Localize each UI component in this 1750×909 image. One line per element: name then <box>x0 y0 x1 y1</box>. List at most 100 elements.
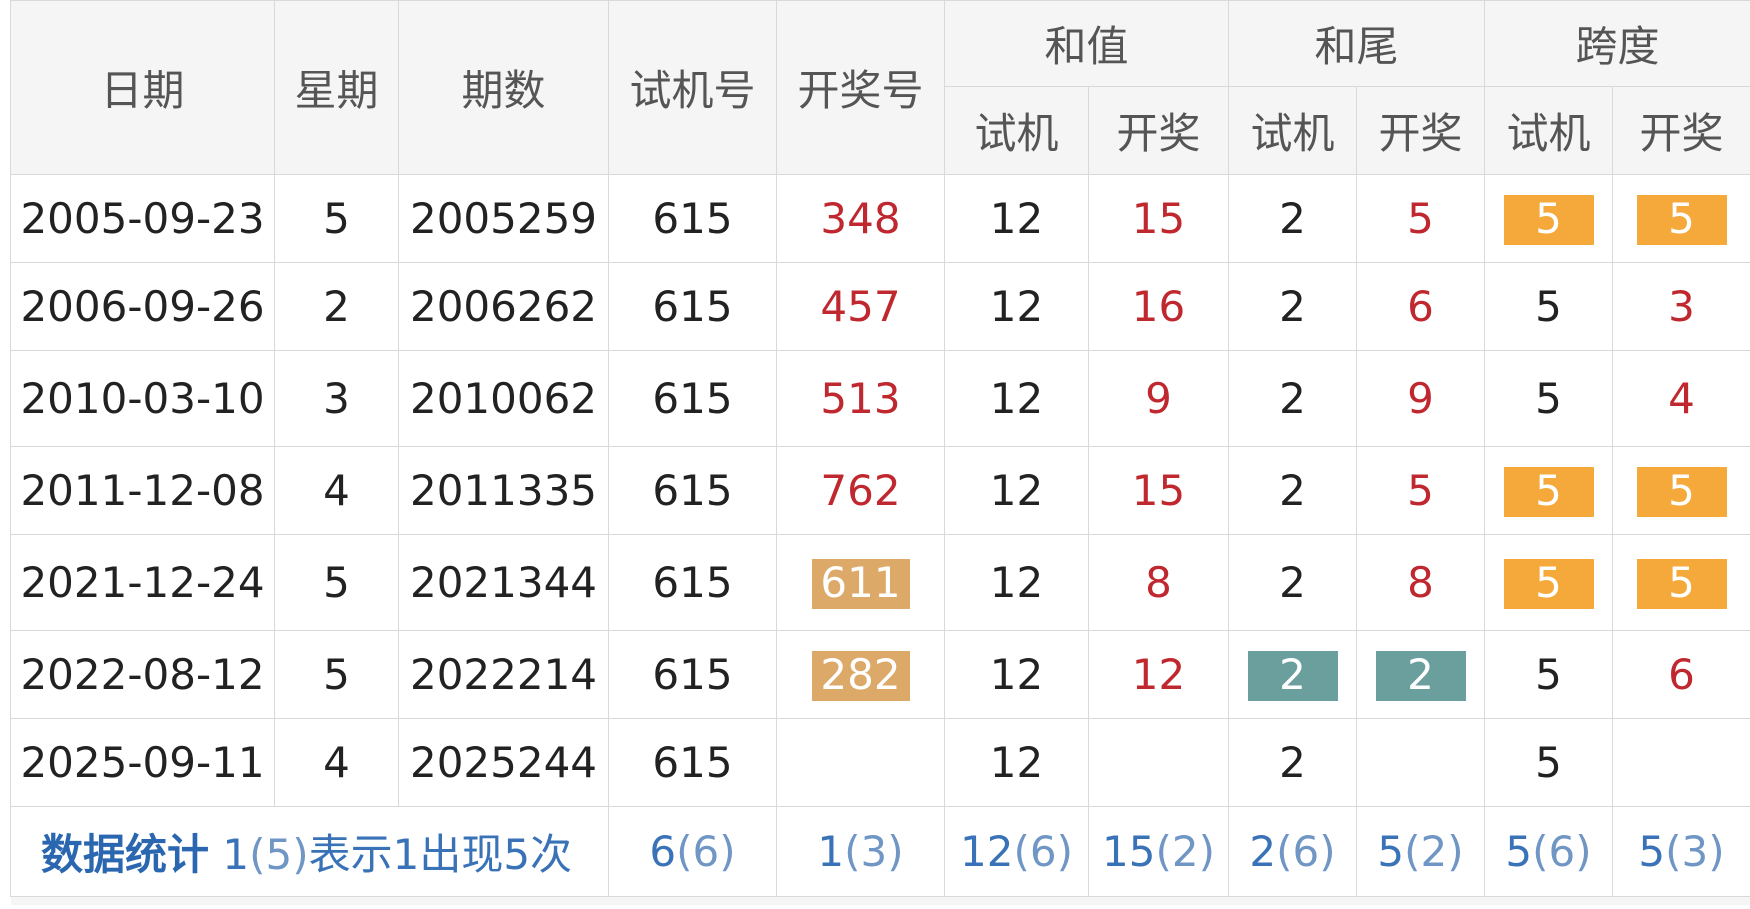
stats-tail-draw: 5(2) <box>1356 806 1486 897</box>
cell-tail-trial: 2 <box>1228 174 1358 263</box>
cell-span-draw: 3 <box>1612 262 1750 351</box>
cell-sum-trial: 12 <box>944 718 1089 807</box>
table-row: 2010-03-10 3 2010062 615 513 12 9 2 9 5 … <box>10 350 1750 447</box>
cell-issue: 2011335 <box>398 446 609 535</box>
highlight-badge: 2 <box>1375 650 1466 701</box>
cell-tail-trial: 2 <box>1228 350 1358 447</box>
stats-value: 6 <box>649 827 677 876</box>
highlight-badge: 5 <box>1503 558 1594 609</box>
cell-sum-draw: 15 <box>1087 174 1230 263</box>
stats-row: 数据统计 1(5)表示1出现5次 6(6) 1(3) 12(6) 15(2) 2… <box>10 806 1750 897</box>
table-row: 2025-09-11 4 2025244 615 12 2 5 <box>10 718 1750 807</box>
cell-issue: 2021344 <box>398 534 609 631</box>
header-span: 跨度 <box>1484 0 1750 87</box>
stats-note-paren: (5) <box>249 830 309 879</box>
cell-draw: 348 <box>776 174 945 263</box>
cell-span-trial: 5 <box>1484 534 1614 631</box>
cell-tail-trial: 2 <box>1228 718 1358 807</box>
cell-span-trial: 5 <box>1484 630 1614 719</box>
bottom-strip-cell <box>10 896 1750 905</box>
cell-draw: 513 <box>776 350 945 447</box>
table-row: 2021-12-24 5 2021344 615 611 12 8 2 8 5 … <box>10 534 1750 631</box>
cell-issue: 2022214 <box>398 630 609 719</box>
highlight-badge: 5 <box>1503 194 1594 245</box>
stats-count: (6) <box>1276 827 1336 876</box>
stats-count: (6) <box>1013 827 1073 876</box>
stats-note-suffix: 表示1出现5次 <box>308 830 573 879</box>
table-row: 2006-09-26 2 2006262 615 457 12 16 2 6 5… <box>10 262 1750 351</box>
cell-trial: 615 <box>608 630 777 719</box>
cell-tail-draw <box>1356 718 1486 807</box>
stats-count: (6) <box>676 827 736 876</box>
stats-value: 12 <box>960 827 1014 876</box>
header-trial-number: 试机号 <box>608 0 777 175</box>
stats-trial: 6(6) <box>608 806 777 897</box>
table-row: 2011-12-08 4 2011335 615 762 12 15 2 5 5… <box>10 446 1750 535</box>
cell-sum-draw: 12 <box>1087 630 1230 719</box>
table-bottom-strip <box>10 896 1750 905</box>
cell-trial: 615 <box>608 718 777 807</box>
cell-trial: 615 <box>608 534 777 631</box>
cell-trial: 615 <box>608 446 777 535</box>
cell-sum-draw: 9 <box>1087 350 1230 447</box>
cell-sum-draw: 8 <box>1087 534 1230 631</box>
cell-date: 2006-09-26 <box>10 262 275 351</box>
stats-tail-trial: 2(6) <box>1228 806 1358 897</box>
cell-draw: 282 <box>776 630 945 719</box>
stats-count: (2) <box>1404 827 1464 876</box>
cell-weekday: 5 <box>274 174 399 263</box>
highlight-badge: 2 <box>1247 650 1338 701</box>
highlight-badge: 5 <box>1636 194 1727 245</box>
cell-draw <box>776 718 945 807</box>
cell-span-draw <box>1612 718 1750 807</box>
cell-date: 2011-12-08 <box>10 446 275 535</box>
cell-span-trial: 5 <box>1484 446 1614 535</box>
cell-sum-trial: 12 <box>944 350 1089 447</box>
cell-span-draw: 5 <box>1612 446 1750 535</box>
cell-draw: 611 <box>776 534 945 631</box>
cell-date: 2025-09-11 <box>10 718 275 807</box>
header-weekday: 星期 <box>274 0 399 175</box>
subheader-tail-draw: 开奖 <box>1356 86 1486 175</box>
cell-trial: 615 <box>608 350 777 447</box>
stats-sum-draw: 15(2) <box>1087 806 1230 897</box>
cell-sum-trial: 12 <box>944 446 1089 535</box>
stats-value: 5 <box>1505 827 1533 876</box>
subheader-sum-trial: 试机 <box>944 86 1089 175</box>
stats-note-prefix: 1 <box>222 830 250 879</box>
cell-trial: 615 <box>608 262 777 351</box>
highlight-badge: 5 <box>1636 558 1727 609</box>
cell-draw: 457 <box>776 262 945 351</box>
cell-tail-trial: 2 <box>1228 534 1358 631</box>
cell-sum-trial: 12 <box>944 534 1089 631</box>
subheader-sum-draw: 开奖 <box>1087 86 1230 175</box>
subheader-span-draw: 开奖 <box>1612 86 1750 175</box>
cell-date: 2010-03-10 <box>10 350 275 447</box>
stats-count: (3) <box>1665 827 1725 876</box>
highlight-badge: 611 <box>811 558 910 609</box>
cell-span-trial: 5 <box>1484 718 1614 807</box>
stats-value: 5 <box>1638 827 1666 876</box>
cell-sum-trial: 12 <box>944 262 1089 351</box>
cell-tail-draw: 8 <box>1356 534 1486 631</box>
stats-count: (6) <box>1532 827 1592 876</box>
cell-span-trial: 5 <box>1484 174 1614 263</box>
cell-span-trial: 5 <box>1484 262 1614 351</box>
cell-weekday: 5 <box>274 534 399 631</box>
table-row: 2005-09-23 5 2005259 615 348 12 15 2 5 5… <box>10 174 1750 263</box>
cell-tail-trial: 2 <box>1228 446 1358 535</box>
stats-title: 数据统计 <box>41 830 210 879</box>
header-draw-number: 开奖号 <box>776 0 945 175</box>
cell-span-draw: 6 <box>1612 630 1750 719</box>
cell-span-trial: 5 <box>1484 350 1614 447</box>
cell-weekday: 4 <box>274 718 399 807</box>
table-body: 2005-09-23 5 2005259 615 348 12 15 2 5 5… <box>10 174 1750 905</box>
stats-value: 5 <box>1377 827 1405 876</box>
cell-tail-draw: 5 <box>1356 174 1486 263</box>
lottery-history-table: 日期 星期 期数 试机号 开奖号 和值 和尾 跨度 试机 开奖 试机 开奖 试机… <box>10 0 1750 905</box>
table-row: 2022-08-12 5 2022214 615 282 12 12 2 2 5… <box>10 630 1750 719</box>
table-header: 日期 星期 期数 试机号 开奖号 和值 和尾 跨度 试机 开奖 试机 开奖 试机… <box>10 0 1750 175</box>
cell-weekday: 4 <box>274 446 399 535</box>
stats-span-draw: 5(3) <box>1612 806 1750 897</box>
highlight-badge: 5 <box>1636 466 1727 517</box>
